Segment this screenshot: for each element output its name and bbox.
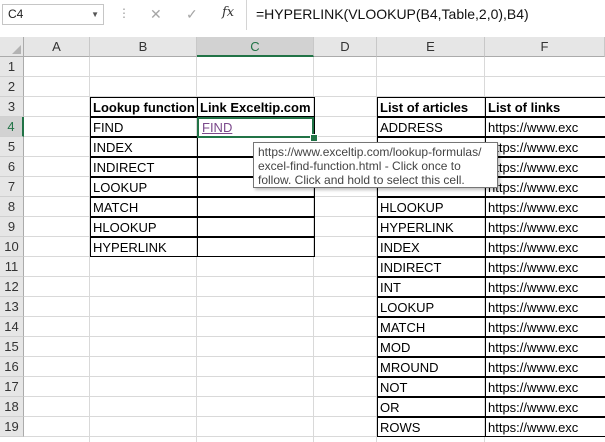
link-cell[interactable] [197, 237, 315, 257]
article-cell[interactable]: INT [377, 277, 486, 297]
row-header-12[interactable]: 12 [0, 277, 24, 297]
formula-input[interactable]: =HYPERLINK(VLOOKUP(B4,Table,2,0),B4) [246, 0, 605, 30]
hyperlink-text[interactable] [200, 200, 202, 215]
link-cell[interactable] [197, 197, 315, 217]
insert-function-icon[interactable]: fx [222, 5, 234, 20]
lookup-function-cell[interactable]: FIND [90, 117, 198, 137]
article-link-cell[interactable]: https://www.exc [485, 137, 605, 157]
formula-bar-separator [0, 30, 605, 37]
lookup-function-cell[interactable]: HYPERLINK [90, 237, 198, 257]
row-header-11[interactable]: 11 [0, 257, 24, 277]
row-header-1[interactable]: 1 [0, 57, 24, 77]
column-header-b[interactable]: B [90, 37, 197, 57]
row-header-14[interactable]: 14 [0, 317, 24, 337]
article-cell[interactable]: MATCH [377, 317, 486, 337]
hyperlink-text[interactable] [200, 180, 202, 195]
hyperlink-text[interactable] [200, 160, 202, 175]
row-header-2[interactable]: 2 [0, 77, 24, 97]
row-header-5[interactable]: 5 [0, 137, 24, 157]
article-cell[interactable]: HLOOKUP [377, 197, 486, 217]
lookup-function-cell[interactable]: MATCH [90, 197, 198, 217]
row-header-8[interactable]: 8 [0, 197, 24, 217]
hyperlink-tooltip: https://www.exceltip.com/lookup-formulas… [253, 142, 498, 188]
tooltip-line-3: follow. Click and hold to select this ce… [258, 173, 465, 187]
article-cell[interactable]: MOD [377, 337, 486, 357]
lookup-function-cell[interactable]: HLOOKUP [90, 217, 198, 237]
article-link-cell[interactable]: https://www.exc [485, 337, 605, 357]
column-header-d[interactable]: D [314, 37, 377, 57]
column-header-e[interactable]: E [377, 37, 485, 57]
article-link-cell[interactable]: https://www.exc [485, 257, 605, 277]
article-link-cell[interactable]: https://www.exc [485, 357, 605, 377]
row-header-4[interactable]: 4 [0, 117, 24, 137]
article-link-cell[interactable]: https://www.exc [485, 217, 605, 237]
row-header-10[interactable]: 10 [0, 237, 24, 257]
row-header-17[interactable]: 17 [0, 377, 24, 397]
hyperlink-text[interactable] [200, 220, 202, 235]
row-header-13[interactable]: 13 [0, 297, 24, 317]
column-header-f[interactable]: F [485, 37, 605, 57]
article-link-cell[interactable]: https://www.exc [485, 197, 605, 217]
name-box-value: C4 [8, 7, 24, 21]
hyperlink-text[interactable] [200, 240, 202, 255]
article-link-cell[interactable]: https://www.exc [485, 297, 605, 317]
column-header-c[interactable]: C [197, 37, 314, 57]
hyperlink-text[interactable] [200, 140, 202, 155]
article-link-cell[interactable]: https://www.exc [485, 117, 605, 137]
article-cell[interactable]: OR [377, 397, 486, 417]
select-all-icon [12, 45, 21, 54]
tooltip-line-2: excel-find-function.html - Click once to [258, 159, 461, 173]
tooltip-line-1: https://www.exceltip.com/lookup-formulas… [258, 145, 482, 159]
name-box[interactable]: C4 ▼ [2, 4, 104, 25]
row-header-7[interactable]: 7 [0, 177, 24, 197]
lookup-function-header[interactable]: Lookup function [90, 97, 198, 117]
article-cell[interactable]: ROWS [377, 417, 486, 437]
chevron-down-icon[interactable]: ▼ [91, 5, 99, 24]
article-link-cell[interactable]: https://www.exc [485, 317, 605, 337]
link-exceltip-header[interactable]: Link Exceltip.com [197, 97, 315, 117]
article-cell[interactable]: NOT [377, 377, 486, 397]
article-cell[interactable]: ADDRESS [377, 117, 486, 137]
article-cell[interactable]: LOOKUP [377, 297, 486, 317]
column-header-a[interactable]: A [24, 37, 90, 57]
article-link-cell[interactable]: https://www.exc [485, 377, 605, 397]
lookup-function-cell[interactable]: LOOKUP [90, 177, 198, 197]
fill-handle[interactable] [310, 134, 318, 142]
article-link-cell[interactable]: https://www.exc [485, 417, 605, 437]
enter-icon[interactable]: ✓ [186, 5, 198, 23]
row-header-6[interactable]: 6 [0, 157, 24, 177]
select-all-corner[interactable] [0, 37, 24, 57]
lookup-function-cell[interactable]: INDEX [90, 137, 198, 157]
list-of-articles-header[interactable]: List of articles [377, 97, 486, 117]
drag-handle-icon[interactable]: ⋮ [118, 6, 130, 20]
article-cell[interactable]: MROUND [377, 357, 486, 377]
article-cell[interactable]: INDIRECT [377, 257, 486, 277]
formula-bar: C4 ▼ ⋮ ✕ ✓ fx =HYPERLINK(VLOOKUP(B4,Tabl… [0, 0, 605, 31]
article-cell[interactable]: INDEX [377, 237, 486, 257]
article-cell[interactable]: HYPERLINK [377, 217, 486, 237]
article-link-cell[interactable]: https://www.exc [485, 157, 605, 177]
list-of-links-header[interactable]: List of links [485, 97, 605, 117]
article-link-cell[interactable]: https://www.exc [485, 177, 605, 197]
row-header-9[interactable]: 9 [0, 217, 24, 237]
article-link-cell[interactable]: https://www.exc [485, 397, 605, 417]
row-header-16[interactable]: 16 [0, 357, 24, 377]
row-header-18[interactable]: 18 [0, 397, 24, 417]
article-link-cell[interactable]: https://www.exc [485, 277, 605, 297]
row-header-3[interactable]: 3 [0, 97, 24, 117]
link-cell[interactable] [197, 217, 315, 237]
row-header-19[interactable]: 19 [0, 417, 24, 437]
active-cell-selection[interactable] [197, 117, 314, 138]
cancel-icon[interactable]: ✕ [150, 5, 162, 23]
row-header-15[interactable]: 15 [0, 337, 24, 357]
lookup-function-cell[interactable]: INDIRECT [90, 157, 198, 177]
article-link-cell[interactable]: https://www.exc [485, 237, 605, 257]
